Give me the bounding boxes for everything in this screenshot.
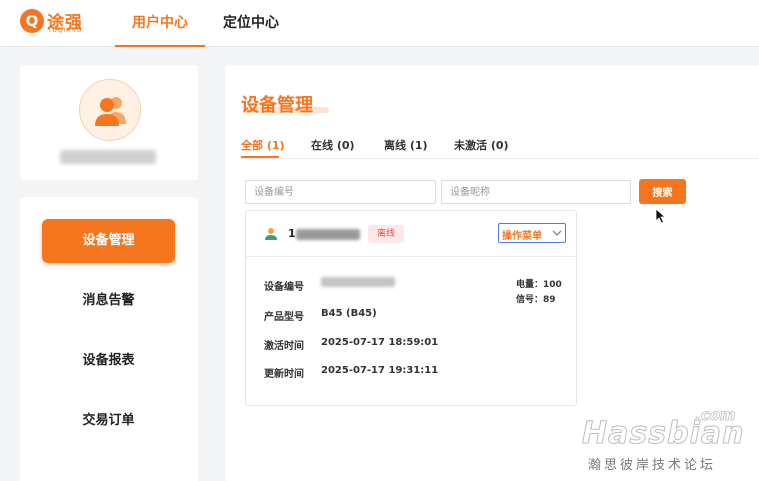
tab-online[interactable]: 在线 (0) xyxy=(311,137,355,153)
device-code-redacted xyxy=(321,277,395,287)
avatar[interactable] xyxy=(79,79,141,141)
battery-level: 电量：100 xyxy=(516,280,562,290)
device-nickname-input[interactable] xyxy=(441,180,631,204)
tab-all[interactable]: 全部 (1) xyxy=(241,137,285,153)
sidebar-item-device-management[interactable]: 设备管理 xyxy=(42,219,175,263)
mouse-cursor-icon xyxy=(655,208,667,224)
brand-logo[interactable]: Q 途强 TUQIANG xyxy=(20,9,90,37)
device-name-redacted xyxy=(296,229,360,240)
activated-time-label: 激活时间 xyxy=(264,341,304,352)
sidebar-item-device-report[interactable]: 设备报表 xyxy=(42,339,175,383)
chevron-down-icon xyxy=(552,230,562,236)
side-menu: 设备管理 消息告警 设备报表 交易订单 xyxy=(20,197,198,481)
watermark-logo: Hassbian xyxy=(581,416,745,452)
nav-tab-location-center[interactable]: 定位中心 xyxy=(208,0,294,47)
profile-card xyxy=(20,65,198,180)
search-button[interactable]: 搜索 xyxy=(639,179,686,204)
signal-level: 信号：89 xyxy=(516,295,556,305)
device-user-icon xyxy=(265,228,277,240)
operation-menu-dropdown[interactable]: 操作菜单 xyxy=(498,223,566,243)
watermark-subtitle: 瀚思彼岸技术论坛 xyxy=(588,458,717,473)
activated-time-value: 2025-07-17 18:59:01 xyxy=(321,337,439,348)
status-badge: 离线 xyxy=(368,225,404,243)
tabs-divider xyxy=(241,158,759,159)
logo-name-en: TUQIANG xyxy=(48,28,83,34)
tab-offline[interactable]: 离线 (1) xyxy=(384,137,428,153)
top-nav-bar: Q 途强 TUQIANG 用户中心 定位中心 xyxy=(0,0,759,47)
product-model-label: 产品型号 xyxy=(264,312,304,323)
sidebar-item-message-alarm[interactable]: 消息告警 xyxy=(42,279,175,323)
logo-mark-icon: Q xyxy=(20,9,44,33)
operation-menu-label: 操作菜单 xyxy=(502,231,542,242)
device-code-label: 设备编号 xyxy=(264,282,304,293)
username-redacted xyxy=(60,150,156,164)
tab-inactive[interactable]: 未激活 (0) xyxy=(454,137,509,153)
active-tab-indicator xyxy=(241,156,279,158)
product-model-value: B45 (B45) xyxy=(321,308,377,319)
updated-time-value: 2025-07-17 19:31:11 xyxy=(321,365,439,376)
updated-time-label: 更新时间 xyxy=(264,369,304,380)
page-title: 设备管理 xyxy=(241,95,313,116)
device-name: 1 xyxy=(288,227,296,240)
sidebar-item-trade-orders[interactable]: 交易订单 xyxy=(42,399,175,443)
device-card-header: 1 离线 操作菜单 xyxy=(246,211,576,257)
device-code-input[interactable] xyxy=(245,180,436,204)
device-card[interactable]: 1 离线 操作菜单 设备编号 产品型号 B45 (B45) 激活时间 2025-… xyxy=(245,210,577,406)
nav-tab-user-center[interactable]: 用户中心 xyxy=(115,0,205,47)
users-icon xyxy=(95,97,126,126)
